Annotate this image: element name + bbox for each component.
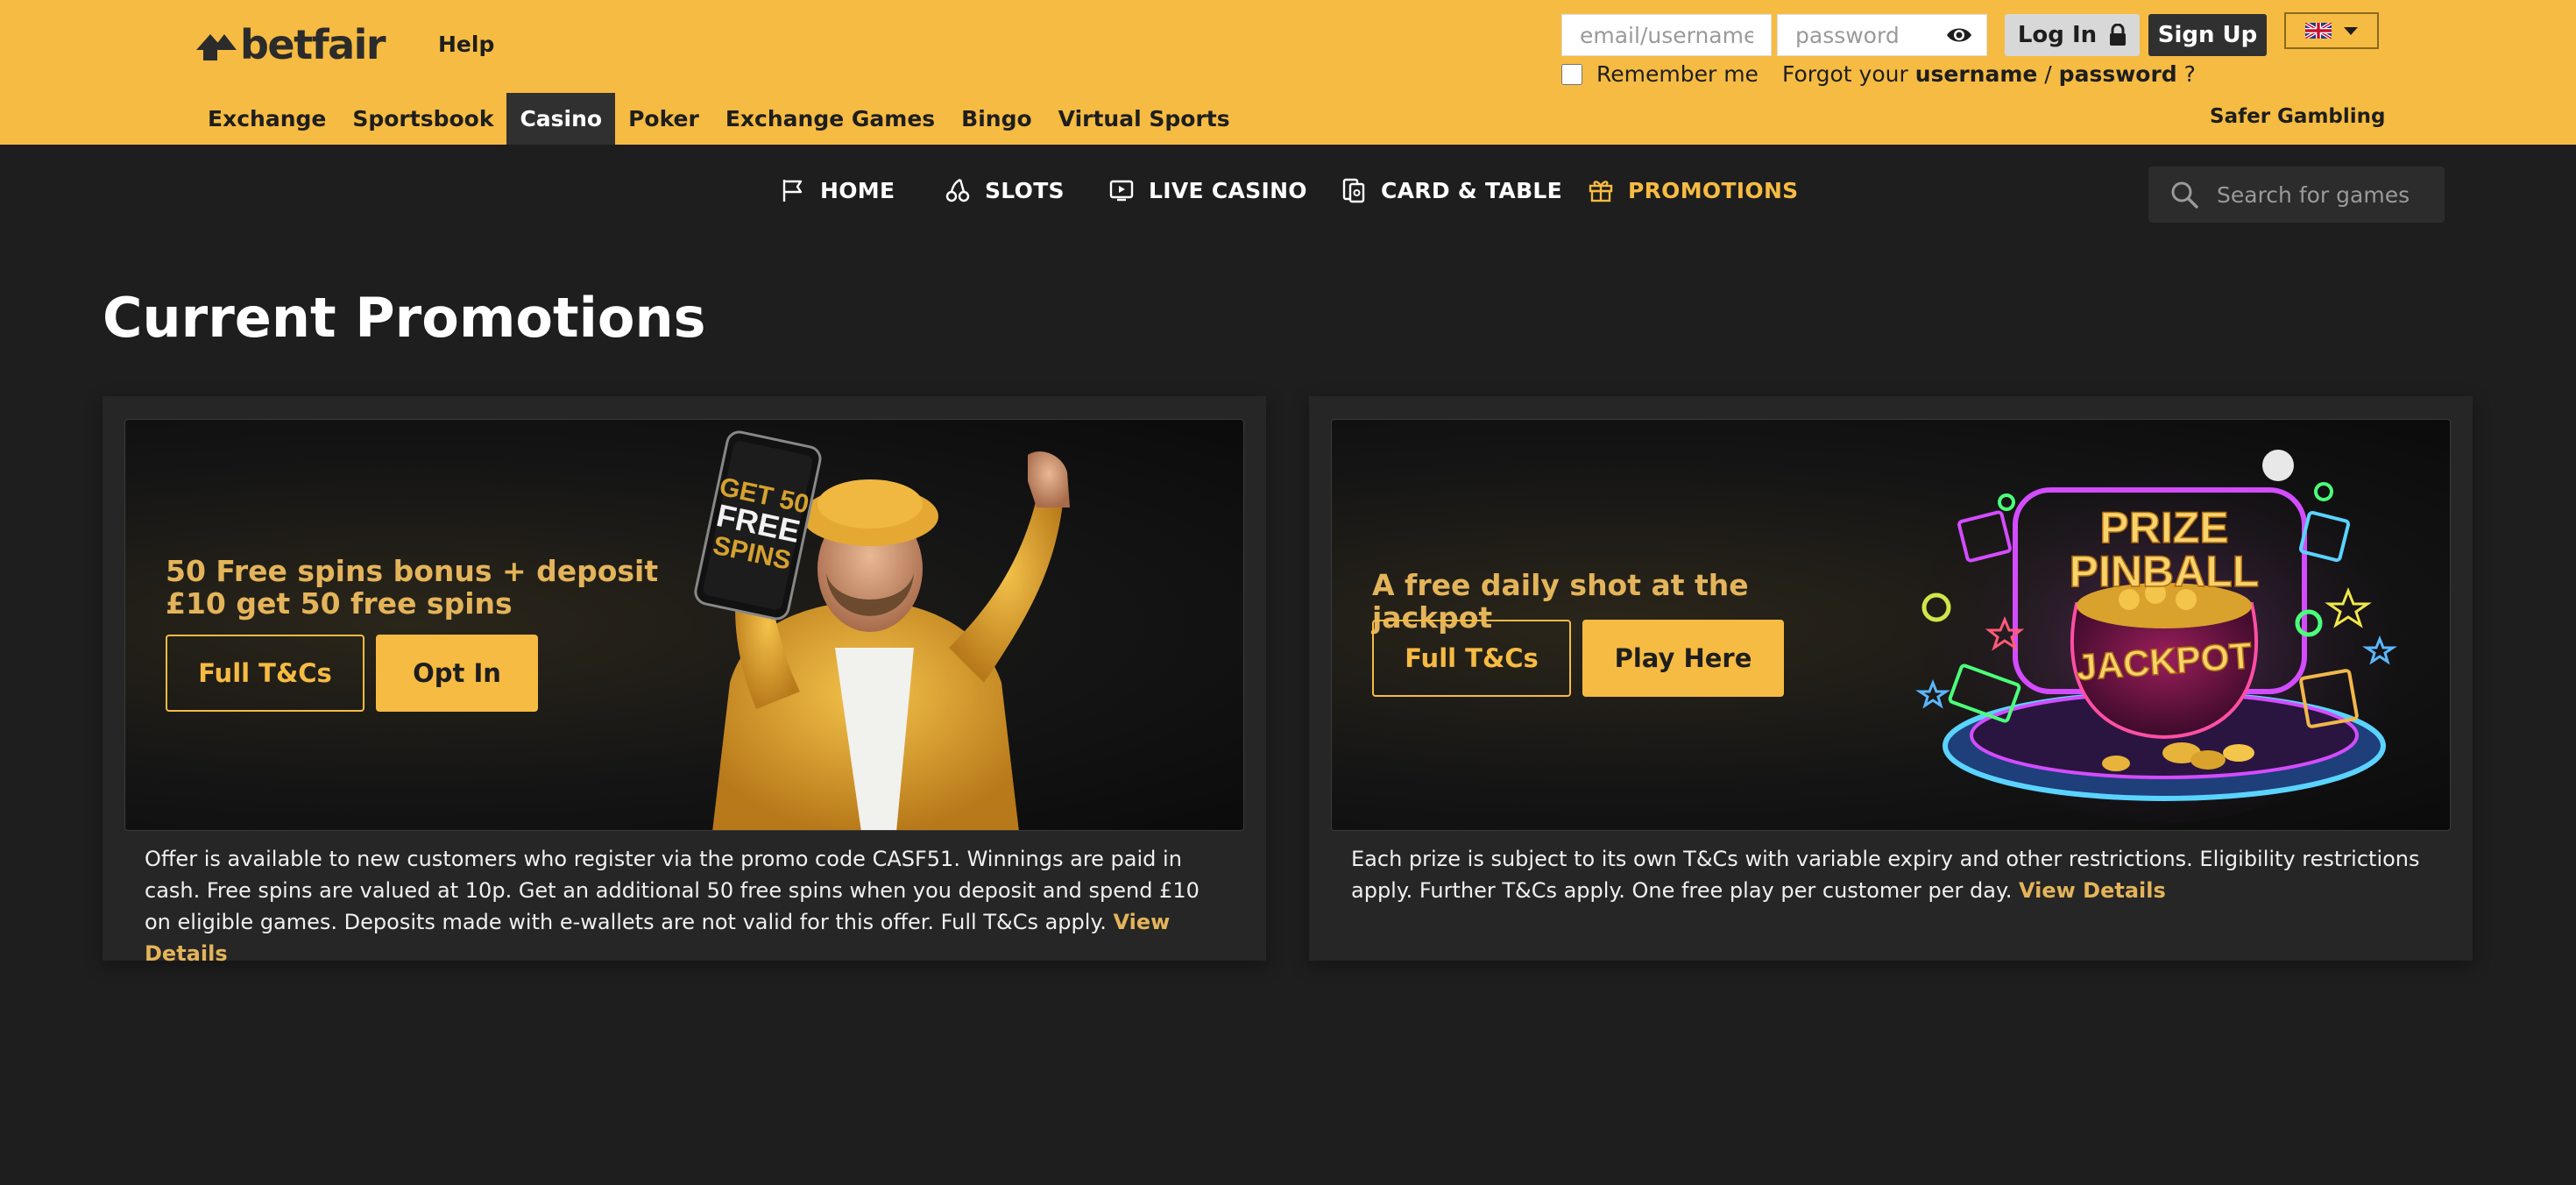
remember-me-checkbox[interactable] [1561,63,1582,85]
cherries-icon [945,178,970,202]
product-nav: Exchange Sportsbook Casino Poker Exchang… [195,93,1243,145]
language-selector[interactable] [2284,12,2379,49]
cards-icon [1342,178,1365,203]
pinball-text-line-2: PINBALL [2070,547,2260,596]
casino-nav-live-casino-label: LIVE CASINO [1149,177,1307,203]
forgot-password-link[interactable]: password [2059,61,2177,87]
chevron-down-icon [2344,26,2358,35]
flag-icon [782,180,803,202]
email-field[interactable] [1561,14,1772,56]
betfair-logo[interactable]: betfair [195,21,386,68]
promo-banner: 50 Free spins bonus + deposit £10 get 50… [124,419,1244,831]
remember-me[interactable]: Remember me [1561,61,1759,87]
site-header: betfair Help Log In Sign Up Remember me … [0,0,2576,145]
gift-icon [1589,181,1613,202]
product-nav-casino[interactable]: Casino [506,93,616,145]
full-tcs-button[interactable]: Full T&Cs [1372,620,1571,697]
forgot-username-link[interactable]: username [1915,61,2038,87]
pinball-text-line-1: PRIZE [2099,503,2228,552]
casino-nav-home-label: HOME [820,177,895,203]
promo-banner: A free daily shot at the jackpot Full T&… [1331,419,2451,831]
casino-nav-slots-label: SLOTS [985,177,1065,203]
betfair-arrow-icon [196,34,237,60]
opt-in-button[interactable]: Opt In [376,635,538,712]
casino-nav-slots[interactable]: SLOTS [945,177,1065,203]
casino-nav-card-table-label: CARD & TABLE [1381,177,1563,203]
play-here-button[interactable]: Play Here [1582,620,1784,697]
product-nav-exchange-games[interactable]: Exchange Games [712,93,948,145]
free-spins-promo-image: GET 50 FREE SPINS [694,430,1070,830]
login-button-label: Log In [2017,22,2098,48]
promo-description-text: Each prize is subject to its own T&Cs wi… [1351,847,2420,903]
product-nav-virtual-sports[interactable]: Virtual Sports [1045,93,1243,145]
promo-card: A free daily shot at the jackpot Full T&… [1309,396,2473,961]
show-password-eye-icon[interactable] [1945,25,1973,46]
product-nav-bingo[interactable]: Bingo [948,93,1045,145]
uk-flag-icon [2305,23,2332,39]
forgot-suffix: ? [2176,61,2196,87]
promo-title: 50 Free spins bonus + deposit £10 get 50… [166,554,659,621]
search-input[interactable] [2217,181,2445,208]
lock-icon [2110,24,2127,46]
prize-pinball-jackpot-image: PRIZE PINBALL JACKPOT [1915,437,2410,823]
signup-button[interactable]: Sign Up [2148,14,2267,56]
view-details-link[interactable]: View Details [2019,878,2166,903]
promo-card: 50 Free spins bonus + deposit £10 get 50… [103,396,1266,966]
page-title: Current Promotions [103,286,706,350]
promo-description-text: Offer is available to new customers who … [145,847,1200,934]
logo-text: betfair [240,21,386,68]
promo-description: Offer is available to new customers who … [145,843,1231,969]
search-icon [2171,181,2198,209]
login-button[interactable]: Log In [2005,14,2140,56]
product-nav-sportsbook[interactable]: Sportsbook [339,93,506,145]
product-nav-exchange[interactable]: Exchange [195,93,339,145]
casino-nav-promotions-label: PROMOTIONS [1628,177,1799,203]
product-nav-poker[interactable]: Poker [615,93,712,145]
live-play-icon [1109,180,1134,202]
casino-nav-home[interactable]: HOME [780,177,895,203]
casino-nav-promotions[interactable]: PROMOTIONS [1588,177,1799,203]
promo-description: Each prize is subject to its own T&Cs wi… [1351,843,2438,906]
safer-gambling-link[interactable]: Safer Gambling [2210,105,2385,128]
forgot-credentials: Forgot your username / password ? [1782,61,2196,87]
full-tcs-button[interactable]: Full T&Cs [166,635,364,712]
forgot-separator: / [2037,61,2059,87]
remember-me-label: Remember me [1596,61,1759,87]
help-link[interactable]: Help [438,32,494,57]
casino-nav-card-table[interactable]: CARD & TABLE [1341,177,1562,203]
game-search[interactable] [2148,167,2445,223]
forgot-prefix: Forgot your [1782,61,1915,87]
casino-nav-live-casino[interactable]: LIVE CASINO [1108,177,1307,203]
